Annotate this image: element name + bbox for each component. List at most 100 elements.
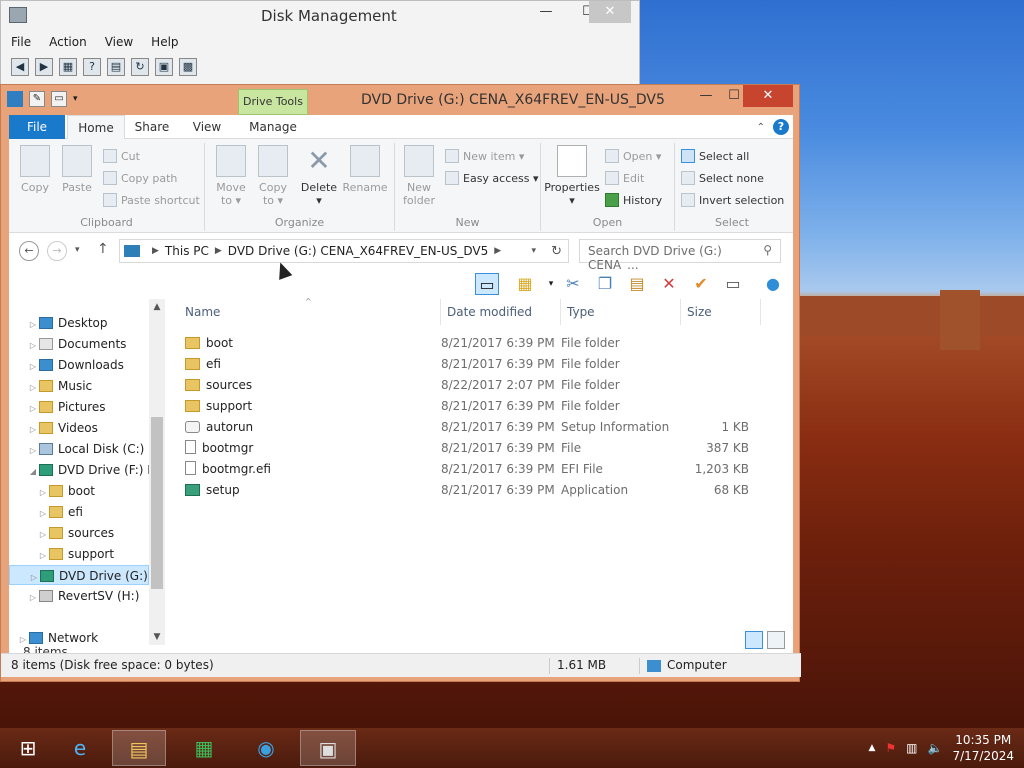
dm-close-button[interactable]: ✕ [589,1,631,23]
globe-icon[interactable]: ● [761,273,785,295]
file-row[interactable]: setup 8/21/2017 6:39 PM Application 68 K… [179,480,779,501]
column-header-type[interactable]: Type [561,299,681,325]
expand-arrow-icon[interactable]: ▷ [27,315,39,333]
explorer-minimize-button[interactable]: — [691,85,721,107]
copy-path-button[interactable]: Copy path [103,171,177,185]
back-button[interactable]: ← [19,241,39,261]
file-row[interactable]: efi 8/21/2017 6:39 PM File folder [179,354,779,375]
paste-icon[interactable]: ▤ [625,273,649,295]
details-view-icon[interactable] [745,631,763,649]
explorer-window[interactable]: ✎ ▭ ▾ Drive Tools DVD Drive (G:) CENA_X6… [0,84,801,682]
recent-locations-icon[interactable]: ▾ [75,245,80,255]
folder-options-icon[interactable]: ▦ [513,273,537,295]
nav-desktop[interactable]: ▷ Desktop [9,313,149,333]
new-folder-button[interactable]: New folder [399,145,439,207]
nav-videos[interactable]: ▷ Videos [9,418,149,438]
nav-downloads[interactable]: ▷ Downloads [9,355,149,375]
nav-dvd-drive-g[interactable]: ▷DVD Drive (G:) CE [9,565,149,585]
collapse-ribbon-icon[interactable]: ⌃ [757,122,765,133]
nav-revertsv-h[interactable]: ▷ RevertSV (H:) [9,586,149,606]
expand-arrow-icon[interactable]: ▷ [27,420,39,438]
internet-explorer-icon[interactable]: e [52,730,108,766]
network-status-icon[interactable]: ▥ [906,741,917,755]
details-view-icon[interactable]: ▤ [107,58,125,76]
nav-pictures[interactable]: ▷ Pictures [9,397,149,417]
tab-manage[interactable]: Manage [245,115,301,139]
nav-support-folder[interactable]: ▷ support [9,544,149,564]
column-header-date[interactable]: Date modified [441,299,561,325]
refresh-icon[interactable]: ↻ [131,58,149,76]
back-arrow-icon[interactable]: ◀ [11,58,29,76]
expand-arrow-icon[interactable]: ▷ [27,441,39,459]
breadcrumb-chevron-icon[interactable]: ▶ [215,246,222,256]
history-button[interactable]: History [605,193,662,207]
nav-scroll-thumb[interactable] [151,417,163,589]
up-arrow-icon[interactable]: ↑ [97,241,109,257]
explorer-close-button[interactable]: ✕ [743,85,793,107]
nav-dvd-drive-f[interactable]: ◢DVD Drive (F:) DV [9,460,149,480]
nav-boot-folder[interactable]: ▷ boot [9,481,149,501]
expand-arrow-icon[interactable]: ▷ [28,568,40,584]
easy-access-button[interactable]: Easy access ▾ [445,171,539,185]
edge-icon[interactable]: ◉ [238,730,294,766]
qat-dropdown-icon[interactable]: ▾ [73,94,78,104]
nav-sources-folder[interactable]: ▷ sources [9,523,149,543]
large-icons-view-icon[interactable] [767,631,785,649]
invert-selection-button[interactable]: Invert selection [681,193,784,207]
nav-scrollbar[interactable]: ▲ ▼ [149,299,165,645]
toolbar-dropdown-icon[interactable]: ▾ [539,273,563,295]
clock[interactable]: 10:35 PM 7/17/2024 [952,732,1014,764]
volume-muted-icon[interactable]: 🔈 [928,741,943,755]
copy-to-button[interactable]: Copy to ▾ [253,145,293,207]
nav-documents[interactable]: ▷ Documents [9,334,149,354]
dm-title-bar[interactable]: Disk Management — ☐ ✕ [1,1,639,31]
tab-view[interactable]: View [185,115,229,139]
scroll-down-icon[interactable]: ▼ [149,629,165,645]
tab-home[interactable]: Home [67,115,125,140]
store-icon[interactable]: ▦ [176,730,232,766]
help-book-icon[interactable]: ? [83,58,101,76]
collapse-arrow-icon[interactable]: ◢ [27,462,39,480]
expand-arrow-icon[interactable]: ▷ [37,483,49,501]
address-dropdown-icon[interactable]: ▾ [531,246,536,256]
scroll-up-icon[interactable]: ▲ [149,299,165,315]
copy-button[interactable]: Copy [15,145,55,194]
forward-arrow-icon[interactable]: ▶ [35,58,53,76]
tab-file[interactable]: File [9,115,65,139]
search-input[interactable]: Search DVD Drive (G:) CENA_... ⚲ [579,239,781,272]
address-bar[interactable]: ▶ This PC ▶ DVD Drive (G:) CENA_X64FREV_… [119,239,569,263]
action-center-flag-icon[interactable]: ⚑ [885,741,896,755]
expand-arrow-icon[interactable]: ▷ [37,546,49,564]
file-row[interactable]: bootmgr.efi 8/21/2017 6:39 PM EFI File 1… [179,459,779,480]
file-row[interactable]: autorun 8/21/2017 6:39 PM Setup Informat… [179,417,779,438]
disk-management-taskbar-icon[interactable]: ▣ [300,730,356,766]
file-row[interactable]: bootmgr 8/21/2017 6:39 PM File 387 KB [179,438,779,459]
cut-scissors-icon[interactable]: ✂ [561,273,585,295]
breadcrumb-dvd-drive-g[interactable]: DVD Drive (G:) CENA_X64FREV_EN-US_DV5 [228,244,488,258]
help-icon[interactable]: ? [773,119,789,135]
search-icon[interactable]: ⚲ [763,243,772,257]
console-tree-icon[interactable]: ▦ [59,58,77,76]
new-item-button[interactable]: New item ▾ [445,149,524,163]
dm-menu-file[interactable]: File [11,35,31,49]
expand-arrow-icon[interactable]: ▷ [27,588,39,606]
cut-button[interactable]: Cut [103,149,140,163]
file-explorer-icon[interactable]: ▤ [112,730,166,766]
file-row[interactable]: sources 8/22/2017 2:07 PM File folder [179,375,779,396]
expand-arrow-icon[interactable]: ▷ [37,504,49,522]
properties-quick-icon[interactable]: ✎ [29,91,45,107]
dm-menu-help[interactable]: Help [151,35,178,49]
tab-share[interactable]: Share [129,115,175,139]
breadcrumb-chevron-icon[interactable]: ▶ [494,246,501,256]
breadcrumb-chevron-icon[interactable]: ▶ [152,246,159,256]
expand-arrow-icon[interactable]: ▷ [27,357,39,375]
open-button[interactable]: Open ▾ [605,149,661,163]
move-to-button[interactable]: Move to ▾ [211,145,251,207]
forward-button[interactable]: → [47,241,67,261]
file-row[interactable]: support 8/21/2017 6:39 PM File folder [179,396,779,417]
dm-minimize-button[interactable]: — [525,1,567,23]
select-none-button[interactable]: Select none [681,171,764,185]
copy-icon[interactable]: ❐ [593,273,617,295]
expand-arrow-icon[interactable]: ▷ [27,399,39,417]
rename-button[interactable]: Rename [341,145,389,194]
